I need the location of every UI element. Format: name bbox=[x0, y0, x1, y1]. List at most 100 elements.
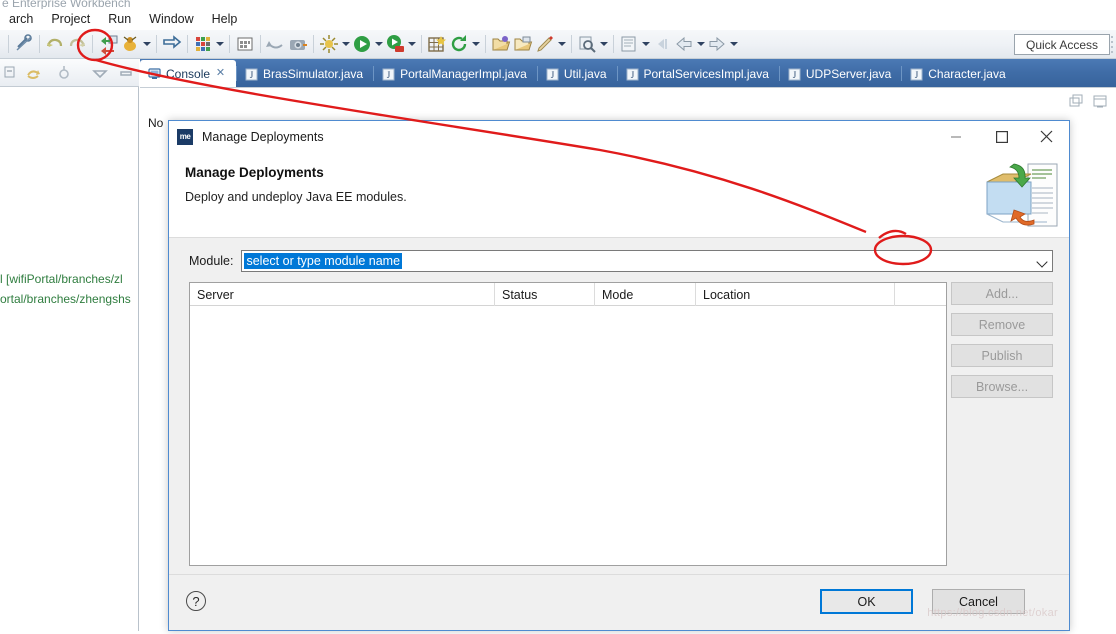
ok-button[interactable]: OK bbox=[820, 589, 913, 614]
module-row: Module: select or type module name bbox=[189, 250, 1053, 272]
pull-icon[interactable] bbox=[265, 33, 287, 55]
chevron-down-icon[interactable] bbox=[406, 34, 417, 54]
refresh-icon[interactable] bbox=[448, 33, 470, 55]
watermark: https://blog.csdn.net/okar bbox=[927, 607, 1058, 619]
maximize-view-icon[interactable] bbox=[1092, 93, 1108, 109]
remove-button[interactable]: Remove bbox=[951, 313, 1053, 336]
history-icon[interactable] bbox=[618, 33, 640, 55]
open-resource-icon[interactable] bbox=[490, 33, 512, 55]
redo-icon[interactable] bbox=[66, 33, 88, 55]
publish-button[interactable]: Publish bbox=[951, 344, 1053, 367]
debug-icon[interactable] bbox=[318, 33, 340, 55]
search-icon[interactable] bbox=[576, 33, 598, 55]
column-header-location[interactable]: Location bbox=[696, 283, 895, 306]
dialog-side-buttons: Add... Remove Publish Browse... bbox=[951, 282, 1053, 398]
coverage-icon[interactable] bbox=[534, 33, 556, 55]
maximize-icon[interactable] bbox=[979, 121, 1024, 152]
chevron-down-icon[interactable] bbox=[141, 34, 152, 54]
chevron-down-icon[interactable] bbox=[340, 34, 351, 54]
open-task-icon[interactable] bbox=[234, 33, 256, 55]
tab-portalmanagerimpl-label: PortalManagerImpl.java bbox=[400, 67, 527, 81]
column-header-extra[interactable] bbox=[895, 283, 946, 306]
browse-button[interactable]: Browse... bbox=[951, 375, 1053, 398]
chevron-down-icon[interactable] bbox=[640, 34, 651, 54]
package-explorer-toolbar bbox=[0, 59, 157, 87]
minimize-icon[interactable] bbox=[116, 63, 136, 83]
toolbar-drag-handle[interactable] bbox=[1111, 34, 1114, 55]
tab-util[interactable]: J Util.java bbox=[538, 61, 617, 87]
run-ant-icon[interactable] bbox=[119, 33, 141, 55]
run-icon[interactable] bbox=[351, 33, 373, 55]
column-header-mode[interactable]: Mode bbox=[595, 283, 696, 306]
column-header-status[interactable]: Status bbox=[495, 283, 595, 306]
dialog-body: Module: select or type module name Serve… bbox=[169, 238, 1069, 574]
minimize-icon[interactable] bbox=[934, 121, 979, 152]
forward-arrow-icon[interactable] bbox=[706, 33, 728, 55]
restore-icon[interactable] bbox=[1068, 93, 1084, 109]
toolbar-separator bbox=[187, 35, 188, 53]
chevron-down-icon[interactable] bbox=[373, 34, 384, 54]
dialog-header: Manage Deployments Deploy and undeploy J… bbox=[169, 152, 1069, 238]
menu-item-window[interactable]: Window bbox=[140, 11, 202, 27]
back-nav-icon[interactable] bbox=[651, 33, 673, 55]
quick-access-input[interactable]: Quick Access bbox=[1014, 34, 1110, 55]
dialog-title-bar[interactable]: me Manage Deployments bbox=[169, 121, 1069, 152]
undo-icon[interactable] bbox=[44, 33, 66, 55]
dialog-title: Manage Deployments bbox=[202, 129, 324, 144]
run-server-icon[interactable] bbox=[384, 33, 406, 55]
module-combo[interactable]: select or type module name bbox=[241, 250, 1053, 272]
new-table-icon[interactable] bbox=[426, 33, 448, 55]
java-file-icon: J bbox=[245, 68, 258, 81]
console-output-text: No bbox=[148, 116, 164, 130]
close-icon[interactable]: ✕ bbox=[215, 68, 226, 79]
chevron-down-icon[interactable] bbox=[214, 34, 225, 54]
focus-icon[interactable] bbox=[54, 63, 74, 83]
tab-portalservicesimpl[interactable]: J PortalServicesImpl.java bbox=[618, 61, 779, 87]
tab-character[interactable]: J Character.java bbox=[902, 61, 1015, 87]
tab-console[interactable]: Console ✕ bbox=[140, 60, 237, 87]
menu-item-help[interactable]: Help bbox=[203, 11, 247, 27]
chevron-down-icon[interactable] bbox=[598, 34, 609, 54]
toolbar-separator bbox=[613, 35, 614, 53]
toolbar-separator bbox=[39, 35, 40, 53]
menu-item-run[interactable]: Run bbox=[99, 11, 140, 27]
close-icon[interactable] bbox=[1024, 121, 1069, 152]
explorer-entry-2[interactable]: ortal/branches/zhengshs bbox=[0, 292, 131, 306]
open-folder-icon[interactable] bbox=[512, 33, 534, 55]
tab-udpserver[interactable]: J UDPServer.java bbox=[780, 61, 901, 87]
link-editor-icon[interactable] bbox=[24, 63, 44, 83]
chevron-down-icon[interactable] bbox=[695, 34, 706, 54]
table-header-row: Server Status Mode Location bbox=[190, 283, 946, 306]
back-arrow-icon[interactable] bbox=[673, 33, 695, 55]
tab-character-label: Character.java bbox=[928, 67, 1006, 81]
svg-text:J: J bbox=[387, 70, 391, 80]
explorer-entry-1[interactable]: l [wifiPortal/branches/zl bbox=[0, 272, 123, 286]
tab-portalmanagerimpl[interactable]: J PortalManagerImpl.java bbox=[374, 61, 537, 87]
deployments-table[interactable]: Server Status Mode Location bbox=[189, 282, 947, 566]
chevron-down-icon[interactable] bbox=[556, 34, 567, 54]
snapshot-icon[interactable] bbox=[287, 33, 309, 55]
svg-text:J: J bbox=[793, 70, 797, 80]
tab-brassimulator[interactable]: J BrasSimulator.java bbox=[237, 61, 373, 87]
menu-bar: arch Project Run Window Help bbox=[0, 9, 1116, 29]
help-icon[interactable]: ? bbox=[186, 591, 206, 611]
view-menu-icon[interactable] bbox=[90, 63, 110, 83]
module-combo-dropdown-button[interactable] bbox=[1032, 251, 1052, 271]
add-button[interactable]: Add... bbox=[951, 282, 1053, 305]
chevron-down-icon[interactable] bbox=[470, 34, 481, 54]
menu-item-search[interactable]: arch bbox=[0, 11, 42, 27]
deploy-module-icon[interactable] bbox=[97, 33, 119, 55]
svg-text:J: J bbox=[915, 70, 919, 80]
java-file-icon: J bbox=[546, 68, 559, 81]
chevron-down-icon[interactable] bbox=[728, 34, 739, 54]
module-label: Module: bbox=[189, 254, 234, 268]
column-header-server[interactable]: Server bbox=[190, 283, 495, 306]
export-icon[interactable] bbox=[161, 33, 183, 55]
link-with-editor-icon[interactable] bbox=[13, 33, 35, 55]
java-file-icon: J bbox=[910, 68, 923, 81]
collapse-all-icon[interactable] bbox=[2, 63, 22, 83]
open-type-icon[interactable] bbox=[192, 33, 214, 55]
module-combo-value[interactable]: select or type module name bbox=[244, 253, 403, 269]
tab-udpserver-label: UDPServer.java bbox=[805, 67, 892, 81]
menu-item-project[interactable]: Project bbox=[42, 11, 99, 27]
